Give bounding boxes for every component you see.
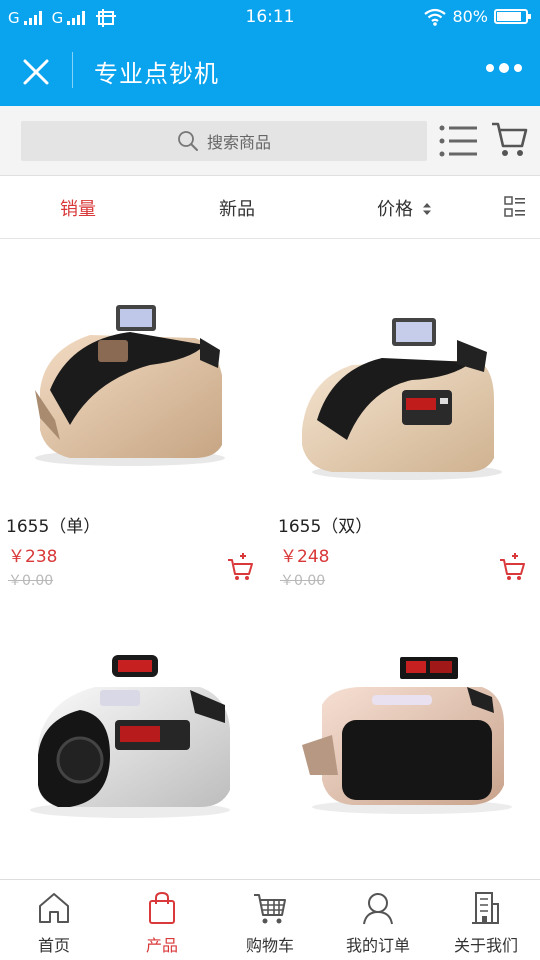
nav-home[interactable]: 首页 bbox=[0, 880, 108, 960]
product-name: 1655（双） bbox=[278, 517, 373, 537]
nav-about-label: 关于我们 bbox=[453, 936, 518, 955]
header: G G 16:11 80% 专业点钞机 bbox=[0, 0, 540, 106]
product-name: 1655（单） bbox=[6, 517, 101, 537]
title-divider bbox=[72, 52, 73, 88]
product-card[interactable]: 1655（单） ￥238 ￥0.00 bbox=[0, 240, 264, 620]
search-row: 搜索商品 bbox=[0, 106, 540, 176]
nav-orders-label: 我的订单 bbox=[345, 936, 410, 955]
building-icon bbox=[472, 892, 499, 924]
product-image bbox=[302, 657, 512, 814]
nav-cart-label: 购物车 bbox=[245, 936, 294, 955]
cart-icon[interactable] bbox=[490, 120, 528, 158]
nav-orders[interactable]: 我的订单 bbox=[324, 880, 432, 960]
product-card[interactable]: 1655（双） ￥248 ￥0.00 bbox=[272, 240, 536, 620]
product-original-price: ￥0.00 bbox=[280, 573, 326, 589]
bottom-navigation: 首页 产品 购物车 我的订单 关于我们 bbox=[0, 879, 540, 960]
more-options-button[interactable] bbox=[486, 63, 522, 73]
layout-toggle-icon[interactable] bbox=[504, 196, 526, 218]
product-image bbox=[30, 655, 230, 818]
tab-new[interactable]: 新品 bbox=[219, 195, 255, 221]
category-list-button[interactable] bbox=[438, 123, 478, 159]
add-to-cart-icon[interactable] bbox=[226, 552, 254, 580]
nav-cart[interactable]: 购物车 bbox=[216, 880, 324, 960]
nav-products[interactable]: 产品 bbox=[108, 880, 216, 960]
user-icon bbox=[363, 893, 393, 925]
product-price: ￥238 bbox=[8, 547, 58, 567]
search-placeholder: 搜索商品 bbox=[206, 133, 271, 152]
status-bar: G G 16:11 80% bbox=[0, 0, 540, 36]
sort-bar: 销量 新品 价格 bbox=[0, 177, 540, 239]
nav-products-label: 产品 bbox=[145, 936, 178, 955]
sort-arrows-icon bbox=[422, 203, 431, 215]
nav-home-label: 首页 bbox=[37, 936, 70, 955]
search-input[interactable]: 搜索商品 bbox=[21, 121, 427, 161]
product-original-price: ￥0.00 bbox=[8, 573, 54, 589]
status-right: 80% bbox=[424, 7, 531, 26]
product-card[interactable]: 1628 bbox=[272, 625, 536, 878]
title-bar: 专业点钞机 bbox=[0, 36, 540, 106]
page-title: 专业点钞机 bbox=[94, 60, 219, 88]
cart-icon bbox=[254, 894, 286, 924]
product-grid: 1655（单） ￥238 ￥0.00 1655（双） ￥248 ￥0.00 bbox=[0, 240, 540, 878]
search-icon bbox=[178, 131, 198, 151]
app-screen: G G 16:11 80% 专业点钞机 搜索商品 销量 新品 价格 1655（单… bbox=[0, 0, 540, 960]
battery-icon bbox=[494, 9, 531, 24]
tab-price-label: 价格 bbox=[377, 199, 413, 220]
product-card[interactable]: 1658 bbox=[0, 625, 264, 878]
product-image bbox=[35, 305, 225, 466]
wifi-icon bbox=[424, 8, 447, 26]
tab-price[interactable]: 价格 bbox=[377, 195, 432, 221]
tab-sales[interactable]: 销量 bbox=[60, 195, 96, 221]
product-price: ￥248 bbox=[280, 547, 330, 567]
battery-percent: 80% bbox=[452, 7, 488, 26]
home-icon bbox=[39, 893, 69, 923]
nav-about[interactable]: 关于我们 bbox=[432, 880, 540, 960]
close-button[interactable] bbox=[20, 56, 52, 88]
product-image bbox=[302, 318, 502, 480]
add-to-cart-icon[interactable] bbox=[498, 552, 526, 580]
bag-icon bbox=[149, 891, 175, 924]
